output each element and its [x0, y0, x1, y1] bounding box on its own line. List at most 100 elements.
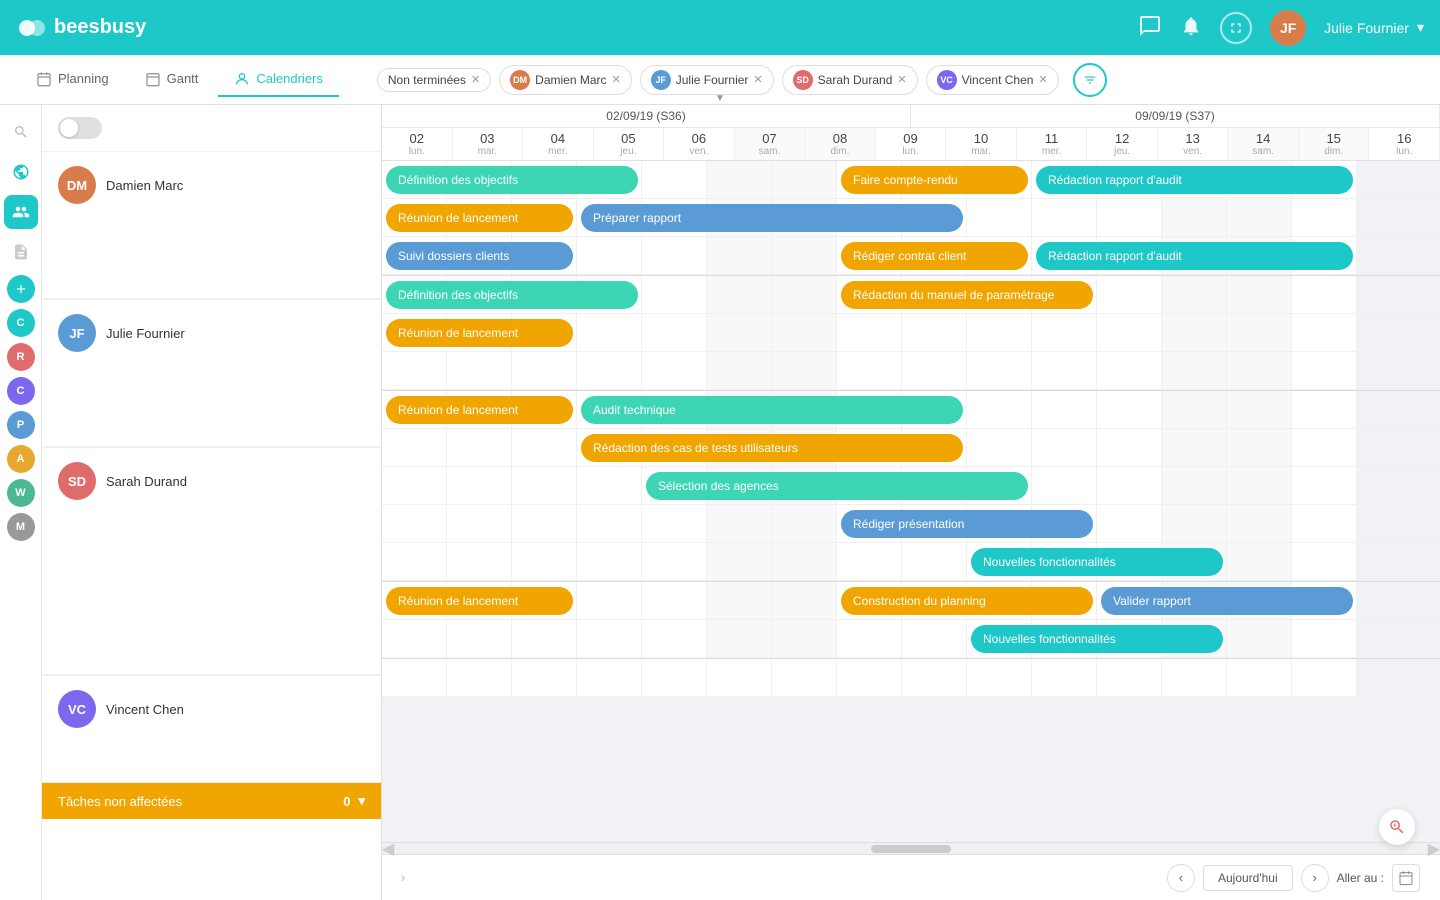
gantt-cell [837, 582, 902, 619]
gantt-cell [837, 161, 902, 198]
filter-vincent-chen[interactable]: VC Vincent Chen ✕ [926, 65, 1059, 95]
nav-next-button[interactable]: › [1301, 864, 1329, 892]
scroll-left-icon[interactable]: ◀ [382, 839, 394, 859]
resource-person-sarah[interactable]: SD Sarah Durand [42, 447, 381, 514]
filter-button[interactable] [1073, 63, 1107, 97]
r-badge-icon[interactable]: R [7, 343, 35, 371]
gantt-row [382, 199, 1440, 237]
w-badge-icon[interactable]: W [7, 479, 35, 507]
day-col-10: 10mar. [946, 128, 1017, 160]
tab-gantt[interactable]: Gantt [129, 63, 215, 97]
topnav-icons: JF Julie Fournier ▾ [1138, 10, 1424, 46]
gantt-cell [707, 352, 772, 389]
gantt-row [382, 582, 1440, 620]
gantt-row [382, 429, 1440, 467]
goto-calendar-icon[interactable] [1392, 864, 1420, 892]
chat-icon[interactable] [1138, 14, 1162, 41]
gantt-cell [772, 543, 837, 580]
gantt-cell [642, 659, 707, 696]
c-badge-icon[interactable]: C [7, 309, 35, 337]
gantt-cell [577, 391, 642, 428]
expand-chevron[interactable]: › [382, 854, 424, 900]
p-badge-icon[interactable]: P [7, 411, 35, 439]
person-avatar-damien: DM [58, 166, 96, 204]
gantt-cell [772, 276, 837, 313]
filter-close[interactable]: ✕ [612, 73, 621, 86]
app-logo[interactable]: beesbusy [16, 12, 146, 44]
filter-label: Damien Marc [535, 73, 606, 87]
globe-icon[interactable] [4, 155, 38, 189]
gantt-cell [642, 199, 707, 236]
day-col-16: 16lun. [1369, 128, 1440, 160]
unassigned-bar[interactable]: Tâches non affectées 0 ▾ [42, 783, 381, 819]
gantt-cell [577, 659, 642, 696]
gantt-cell [1227, 467, 1292, 504]
bell-icon[interactable] [1180, 15, 1202, 40]
gantt-row [382, 505, 1440, 543]
gantt-cell [902, 429, 967, 466]
day-col-07: 07sam. [735, 128, 806, 160]
gantt-cell [577, 429, 642, 466]
filter-close[interactable]: ✕ [897, 73, 906, 86]
gantt-body[interactable]: Définition des objectifsFaire compte-ren… [382, 161, 1440, 842]
filter-close[interactable]: ✕ [1038, 73, 1047, 86]
scroll-right-icon[interactable]: ▶ [1428, 839, 1440, 859]
search-icon[interactable] [4, 115, 38, 149]
gantt-cell [707, 505, 772, 542]
gantt-cell [1162, 429, 1227, 466]
c2-badge-icon[interactable]: C [7, 377, 35, 405]
resource-person-vincent[interactable]: VC Vincent Chen [42, 675, 381, 742]
filter-close[interactable]: ✕ [753, 73, 762, 86]
add-icon[interactable] [7, 275, 35, 303]
users-icon[interactable] [4, 195, 38, 229]
gantt-cell [1162, 391, 1227, 428]
filter-avatar: VC [937, 70, 957, 90]
nav-prev-button[interactable]: ‹ [1167, 864, 1195, 892]
toggle-switch[interactable] [58, 117, 102, 139]
tab-planning[interactable]: Planning [20, 63, 125, 97]
gantt-cell [447, 199, 512, 236]
gantt-cell [902, 543, 967, 580]
gantt-cell [772, 199, 837, 236]
day-col-11: 11mer. [1017, 128, 1088, 160]
m-badge-icon[interactable]: M [7, 513, 35, 541]
gantt-cell [382, 314, 447, 351]
tab-calendriers[interactable]: Calendriers [218, 63, 338, 97]
gantt-cell [837, 314, 902, 351]
gantt-cell [1162, 505, 1227, 542]
filter-close[interactable]: ✕ [471, 73, 480, 86]
gantt-cell [577, 620, 642, 657]
filter-non-terminees[interactable]: Non terminées ✕ [377, 68, 491, 92]
filter-sarah-durand[interactable]: SD Sarah Durand ✕ [782, 65, 918, 95]
gantt-row [382, 467, 1440, 505]
gantt-cell [772, 620, 837, 657]
gantt-cell [967, 620, 1032, 657]
doc-icon[interactable] [4, 235, 38, 269]
filter-damien-marc[interactable]: DM Damien Marc ✕ [499, 65, 632, 95]
zoom-icon[interactable] [1379, 809, 1415, 845]
dropdown-arrow[interactable]: ▼ [715, 93, 725, 104]
user-menu[interactable]: Julie Fournier ▾ [1324, 19, 1424, 36]
gantt-cell [902, 352, 967, 389]
person-avatar-sarah: SD [58, 462, 96, 500]
gantt-cell [1292, 352, 1357, 389]
person-name-sarah: Sarah Durand [106, 474, 187, 489]
gantt-cell [382, 161, 447, 198]
scroll-bar[interactable]: ◀ ▶ [382, 842, 1440, 854]
filter-julie-fournier[interactable]: JF Julie Fournier ✕ [640, 65, 774, 95]
resource-person-julie[interactable]: JF Julie Fournier [42, 299, 381, 366]
gantt-area: 02/09/19 (S36) 09/09/19 (S37) 02lun.03ma… [382, 105, 1440, 900]
gantt-cell [382, 543, 447, 580]
gantt-cell [1097, 543, 1162, 580]
week-label-s37: 09/09/19 (S37) [911, 105, 1440, 127]
avatar[interactable]: JF [1270, 10, 1306, 46]
gantt-cell [772, 467, 837, 504]
scroll-thumb[interactable] [871, 845, 951, 853]
resource-person-damien[interactable]: DM Damien Marc [42, 151, 381, 218]
today-button[interactable]: Aujourd'hui [1203, 865, 1293, 891]
filter-label: Non terminées [388, 73, 466, 87]
fullscreen-icon[interactable] [1220, 12, 1252, 44]
gantt-cell [382, 199, 447, 236]
a-badge-icon[interactable]: A [7, 445, 35, 473]
gantt-row [382, 352, 1440, 390]
